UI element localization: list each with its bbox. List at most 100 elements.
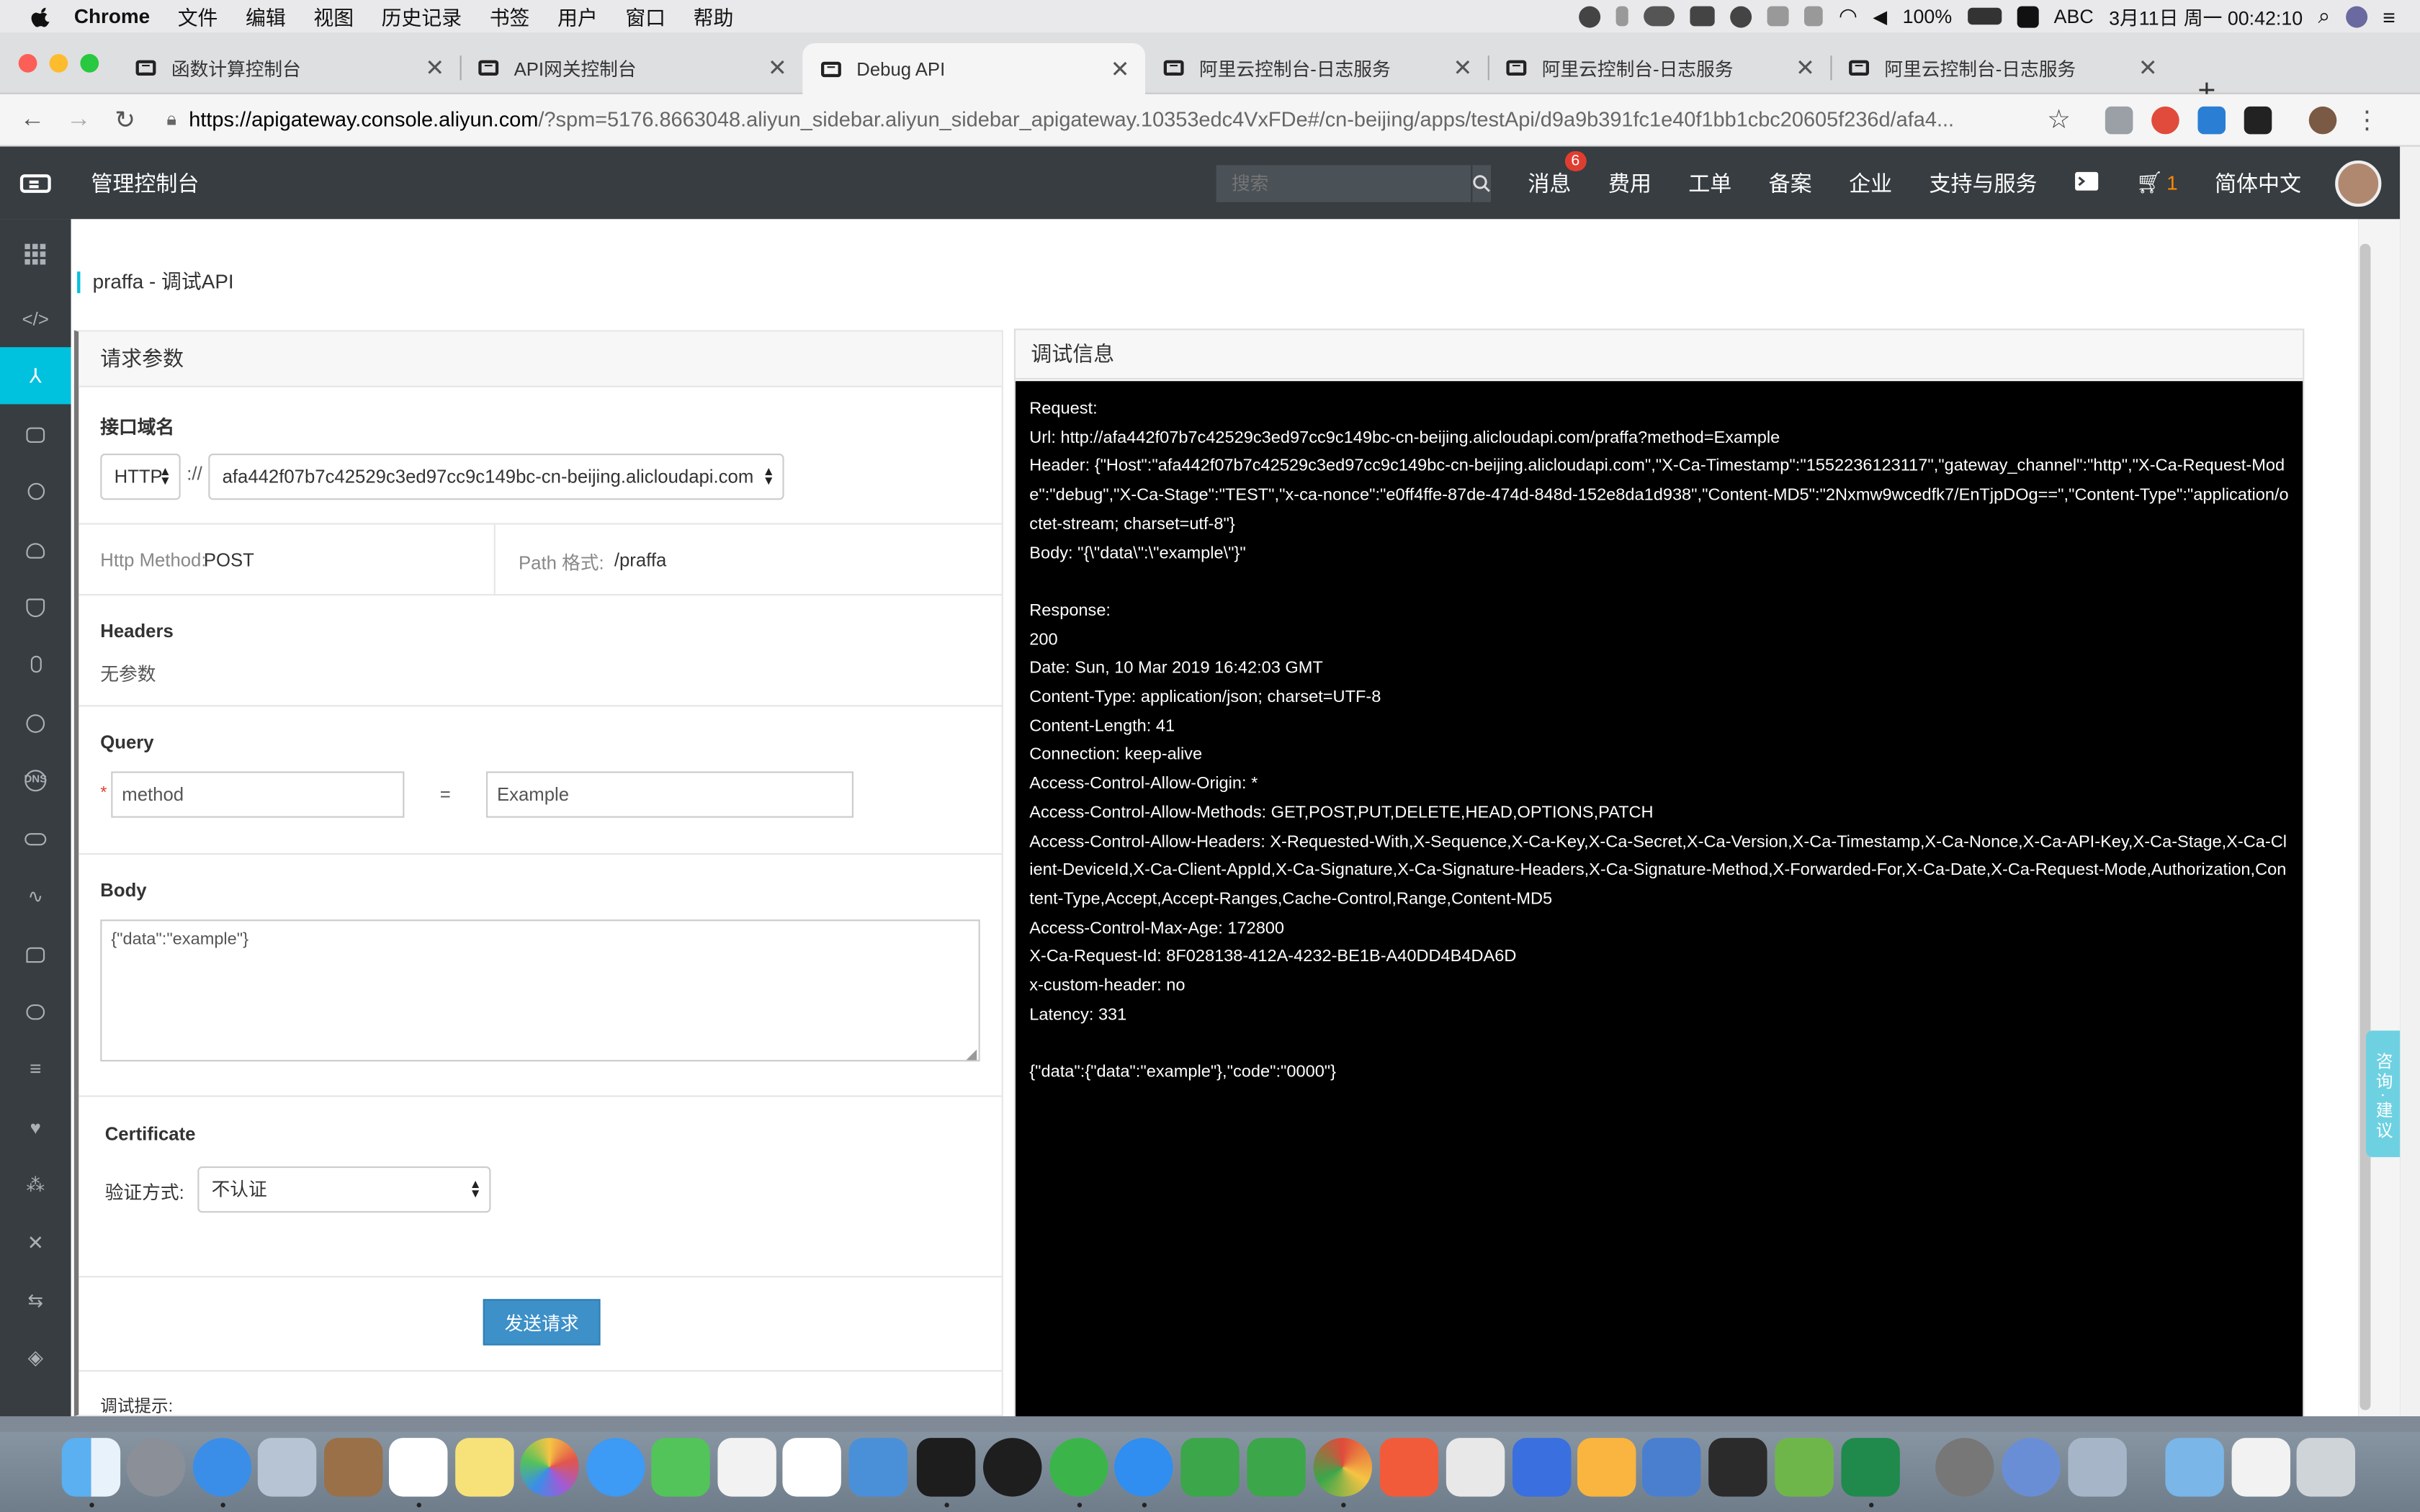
sidebar-dns-icon[interactable]: DNS: [0, 752, 71, 809]
battery-icon[interactable]: [1967, 7, 2002, 25]
chrome-icon[interactable]: [1313, 1438, 1372, 1497]
sidebar-microphone-icon[interactable]: [0, 636, 71, 693]
bluetooth-icon[interactable]: [1804, 6, 1824, 27]
image-viewer-icon[interactable]: [2068, 1438, 2127, 1497]
photos-icon[interactable]: [520, 1438, 579, 1497]
gmail-extension-icon[interactable]: [2105, 105, 2133, 134]
sourcetree-2-icon[interactable]: [1247, 1438, 1306, 1497]
messages-icon[interactable]: [586, 1438, 645, 1497]
bird-app-icon[interactable]: [2002, 1438, 2061, 1497]
language-switch[interactable]: 简体中文: [2215, 168, 2301, 199]
tab-debug-api[interactable]: Debug API ✕: [802, 43, 1145, 96]
domain-select[interactable]: afa442f07b7c42529c3ed97cc9c149bc-cn-beij…: [208, 454, 784, 500]
input-method-icon[interactable]: [2017, 5, 2039, 27]
apple-icon[interactable]: [31, 6, 53, 27]
menu-window[interactable]: 窗口: [625, 1, 666, 31]
nav-fees[interactable]: 费用: [1608, 168, 1652, 199]
sidebar-chat-icon[interactable]: [0, 926, 71, 983]
tab-log-service-1[interactable]: 阿里云控制台-日志服务 ✕: [1145, 42, 1488, 94]
close-icon[interactable]: ✕: [1453, 54, 1472, 81]
record-extension-icon[interactable]: [2151, 105, 2179, 134]
sidebar-network-icon[interactable]: ✕: [0, 1214, 71, 1271]
sidebar-api-gateway-icon[interactable]: ⅄: [0, 347, 71, 405]
nav-enterprise[interactable]: 企业: [1849, 168, 1892, 199]
aliyun-logo-icon[interactable]: [19, 174, 51, 192]
sidebar-list-icon[interactable]: ≡: [0, 1040, 71, 1097]
tab-function-compute[interactable]: 函数计算控制台 ✕: [117, 42, 460, 94]
sidebar-products-grid-icon[interactable]: [0, 225, 71, 282]
sidebar-console-icon[interactable]: [0, 406, 71, 463]
reload-icon[interactable]: ↻: [105, 104, 145, 135]
search-input[interactable]: [1216, 164, 1471, 202]
cart-button[interactable]: 🛒︎ 1: [2136, 170, 2178, 196]
code-editor-icon[interactable]: [1708, 1438, 1767, 1497]
wps-icon[interactable]: [1512, 1438, 1572, 1497]
cloud-status-icon[interactable]: [1644, 6, 1675, 27]
nav-tickets[interactable]: 工单: [1688, 168, 1731, 199]
window-close-button[interactable]: [18, 54, 37, 73]
rocket-status-icon[interactable]: [1690, 6, 1716, 27]
console-search[interactable]: [1216, 164, 1491, 202]
console-title[interactable]: 管理控制台: [91, 168, 199, 199]
terminal-icon[interactable]: [2074, 171, 2099, 195]
sidebar-shield-icon[interactable]: [0, 579, 71, 636]
pycharm-icon[interactable]: [1841, 1438, 1900, 1497]
spotlight-icon[interactable]: ⌕: [2318, 3, 2331, 29]
menu-help[interactable]: 帮助: [694, 1, 734, 31]
horizontal-scrollbar[interactable]: [0, 1416, 2420, 1432]
android-studio-icon[interactable]: [1775, 1438, 1834, 1497]
sidebar-cloud-sync-icon[interactable]: [0, 983, 71, 1040]
back-arrow-icon[interactable]: ←: [12, 106, 53, 134]
calendar-icon[interactable]: [389, 1438, 448, 1497]
sourcetree-icon[interactable]: [1180, 1438, 1240, 1497]
nav-messages[interactable]: 消息 6: [1528, 150, 1586, 199]
system-preferences-icon[interactable]: [1935, 1438, 1994, 1497]
menu-history[interactable]: 历史记录: [382, 1, 462, 31]
close-icon[interactable]: ✕: [768, 54, 787, 81]
window-zoom-button[interactable]: [80, 54, 99, 73]
sidebar-link-icon[interactable]: [0, 810, 71, 867]
sketch-icon[interactable]: [1577, 1438, 1636, 1497]
numbers-icon[interactable]: [782, 1438, 841, 1497]
document-icon[interactable]: [2231, 1438, 2290, 1497]
sidebar-code-icon[interactable]: </>: [0, 290, 71, 347]
bird-extension-icon[interactable]: [2197, 105, 2226, 134]
input-status-icon[interactable]: [1767, 6, 1790, 27]
contacts-icon[interactable]: [324, 1438, 383, 1497]
forward-arrow-icon[interactable]: →: [58, 106, 99, 134]
more-menu-icon[interactable]: ⋮: [2354, 104, 2379, 135]
cloud-drive-icon[interactable]: [1379, 1438, 1439, 1497]
user-avatar[interactable]: [2335, 159, 2382, 207]
wechat-icon[interactable]: [1049, 1438, 1108, 1497]
close-icon[interactable]: ✕: [425, 54, 444, 81]
profile-avatar[interactable]: [2308, 105, 2336, 134]
finder-icon[interactable]: [61, 1438, 121, 1497]
sidebar-cluster-icon[interactable]: ⁂: [0, 1156, 71, 1212]
menu-people[interactable]: 用户: [557, 1, 598, 31]
close-icon[interactable]: ✕: [1111, 55, 1130, 83]
preview-icon[interactable]: [717, 1438, 776, 1497]
body-textarea[interactable]: {"data":"example"}: [100, 919, 980, 1062]
lock-icon[interactable]: 🔒︎: [166, 108, 176, 131]
search-icon[interactable]: [1471, 164, 1491, 202]
address-bar[interactable]: https://apigateway.console.aliyun.com/?s…: [189, 108, 2025, 131]
sidebar-heart-icon[interactable]: ♥︎: [0, 1099, 71, 1156]
terminal-app-icon[interactable]: [916, 1438, 976, 1497]
launchpad-icon[interactable]: [126, 1438, 186, 1497]
page-scrollbar[interactable]: [2358, 219, 2401, 1417]
trash-icon[interactable]: [2296, 1438, 2355, 1497]
nav-support[interactable]: 支持与服务: [1930, 168, 2038, 199]
sidebar-database-icon[interactable]: [0, 694, 71, 751]
tab-log-service-2[interactable]: 阿里云控制台-日志服务 ✕: [1488, 42, 1831, 94]
query-key-input[interactable]: method: [111, 771, 405, 818]
auth-method-select[interactable]: 不认证 ▲ ▼: [197, 1166, 491, 1213]
qq-icon[interactable]: [983, 1438, 1042, 1497]
tab-api-gateway[interactable]: API网关控制台 ✕: [460, 42, 803, 94]
remote-desktop-icon[interactable]: [1446, 1438, 1505, 1497]
facetime-icon[interactable]: [651, 1438, 710, 1497]
sidebar-search-icon[interactable]: [0, 463, 71, 520]
tab-log-service-3[interactable]: 阿里云控制台-日志服务 ✕: [1830, 42, 2173, 94]
sidebar-layers-icon[interactable]: ◈: [0, 1328, 71, 1385]
sidebar-flow-icon[interactable]: ⇆: [0, 1272, 71, 1328]
close-icon[interactable]: ✕: [2138, 54, 2158, 81]
